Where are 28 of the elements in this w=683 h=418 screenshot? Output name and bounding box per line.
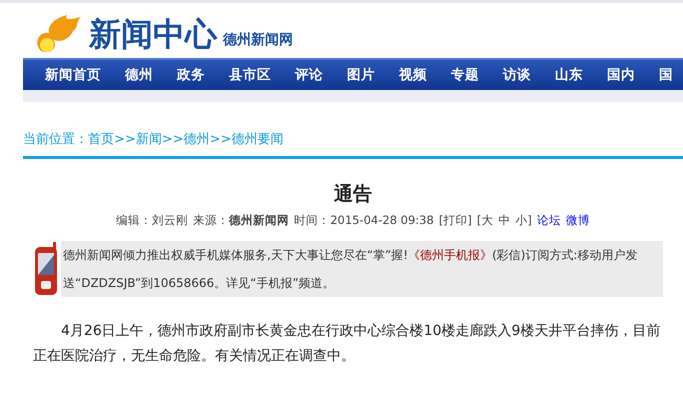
meta-control[interactable]: [打印]	[438, 213, 472, 228]
article-title: 通告	[333, 182, 373, 207]
notice-text: 德州新闻网倾力推出权威手机媒体服务,天下大事让您尽在“掌”握!《德州手机报》(彩信)订阅方式:移动用户发送“DZDZSJB”到10658666。详见“手机报”频道。	[63, 247, 638, 292]
nav-link[interactable]: 视频	[399, 66, 439, 84]
meta-control[interactable]: 中	[498, 213, 510, 228]
meta-text: 时间：2015-04-28 09:38	[294, 213, 434, 228]
meta-link[interactable]: 微博	[566, 213, 590, 228]
nav-link[interactable]: 国内	[607, 66, 647, 84]
meta-control[interactable]: [大	[476, 213, 494, 228]
nav-link[interactable]: 评论	[295, 66, 335, 84]
nav-link[interactable]: 政务	[177, 66, 217, 84]
nav-link[interactable]: 国	[659, 66, 683, 84]
nav-link[interactable]: 新闻首页	[45, 66, 113, 84]
meta-text: 编辑：刘云刚	[116, 213, 188, 228]
nav-link[interactable]: 图片	[347, 66, 387, 84]
nav-link[interactable]: 专题	[451, 66, 491, 84]
nav-link[interactable]: 德州	[125, 66, 165, 84]
meta-text: 来源：德州新闻网	[193, 213, 290, 228]
notice-link[interactable]: 《德州手机报》	[408, 248, 492, 262]
site-subtitle: 德州新闻网	[223, 31, 293, 49]
nav-link[interactable]: 县市区	[229, 66, 283, 84]
nav-link[interactable]: 山东	[555, 66, 595, 84]
breadcrumb-label: 当前位置：	[23, 131, 88, 148]
site-title: 新闻中心	[89, 14, 217, 55]
meta-link[interactable]: 论坛	[536, 213, 561, 228]
meta-control[interactable]: 小]	[515, 213, 532, 228]
article-body: 4月26日上午，德州市政府副市长黄金忠在行政中心综合楼10楼走廊跌入9楼天井平台摔伤，目前正在医院治疗，无生命危险。有关情况正在调查中。	[32, 322, 662, 366]
nav-link[interactable]: 访谈	[503, 66, 543, 84]
